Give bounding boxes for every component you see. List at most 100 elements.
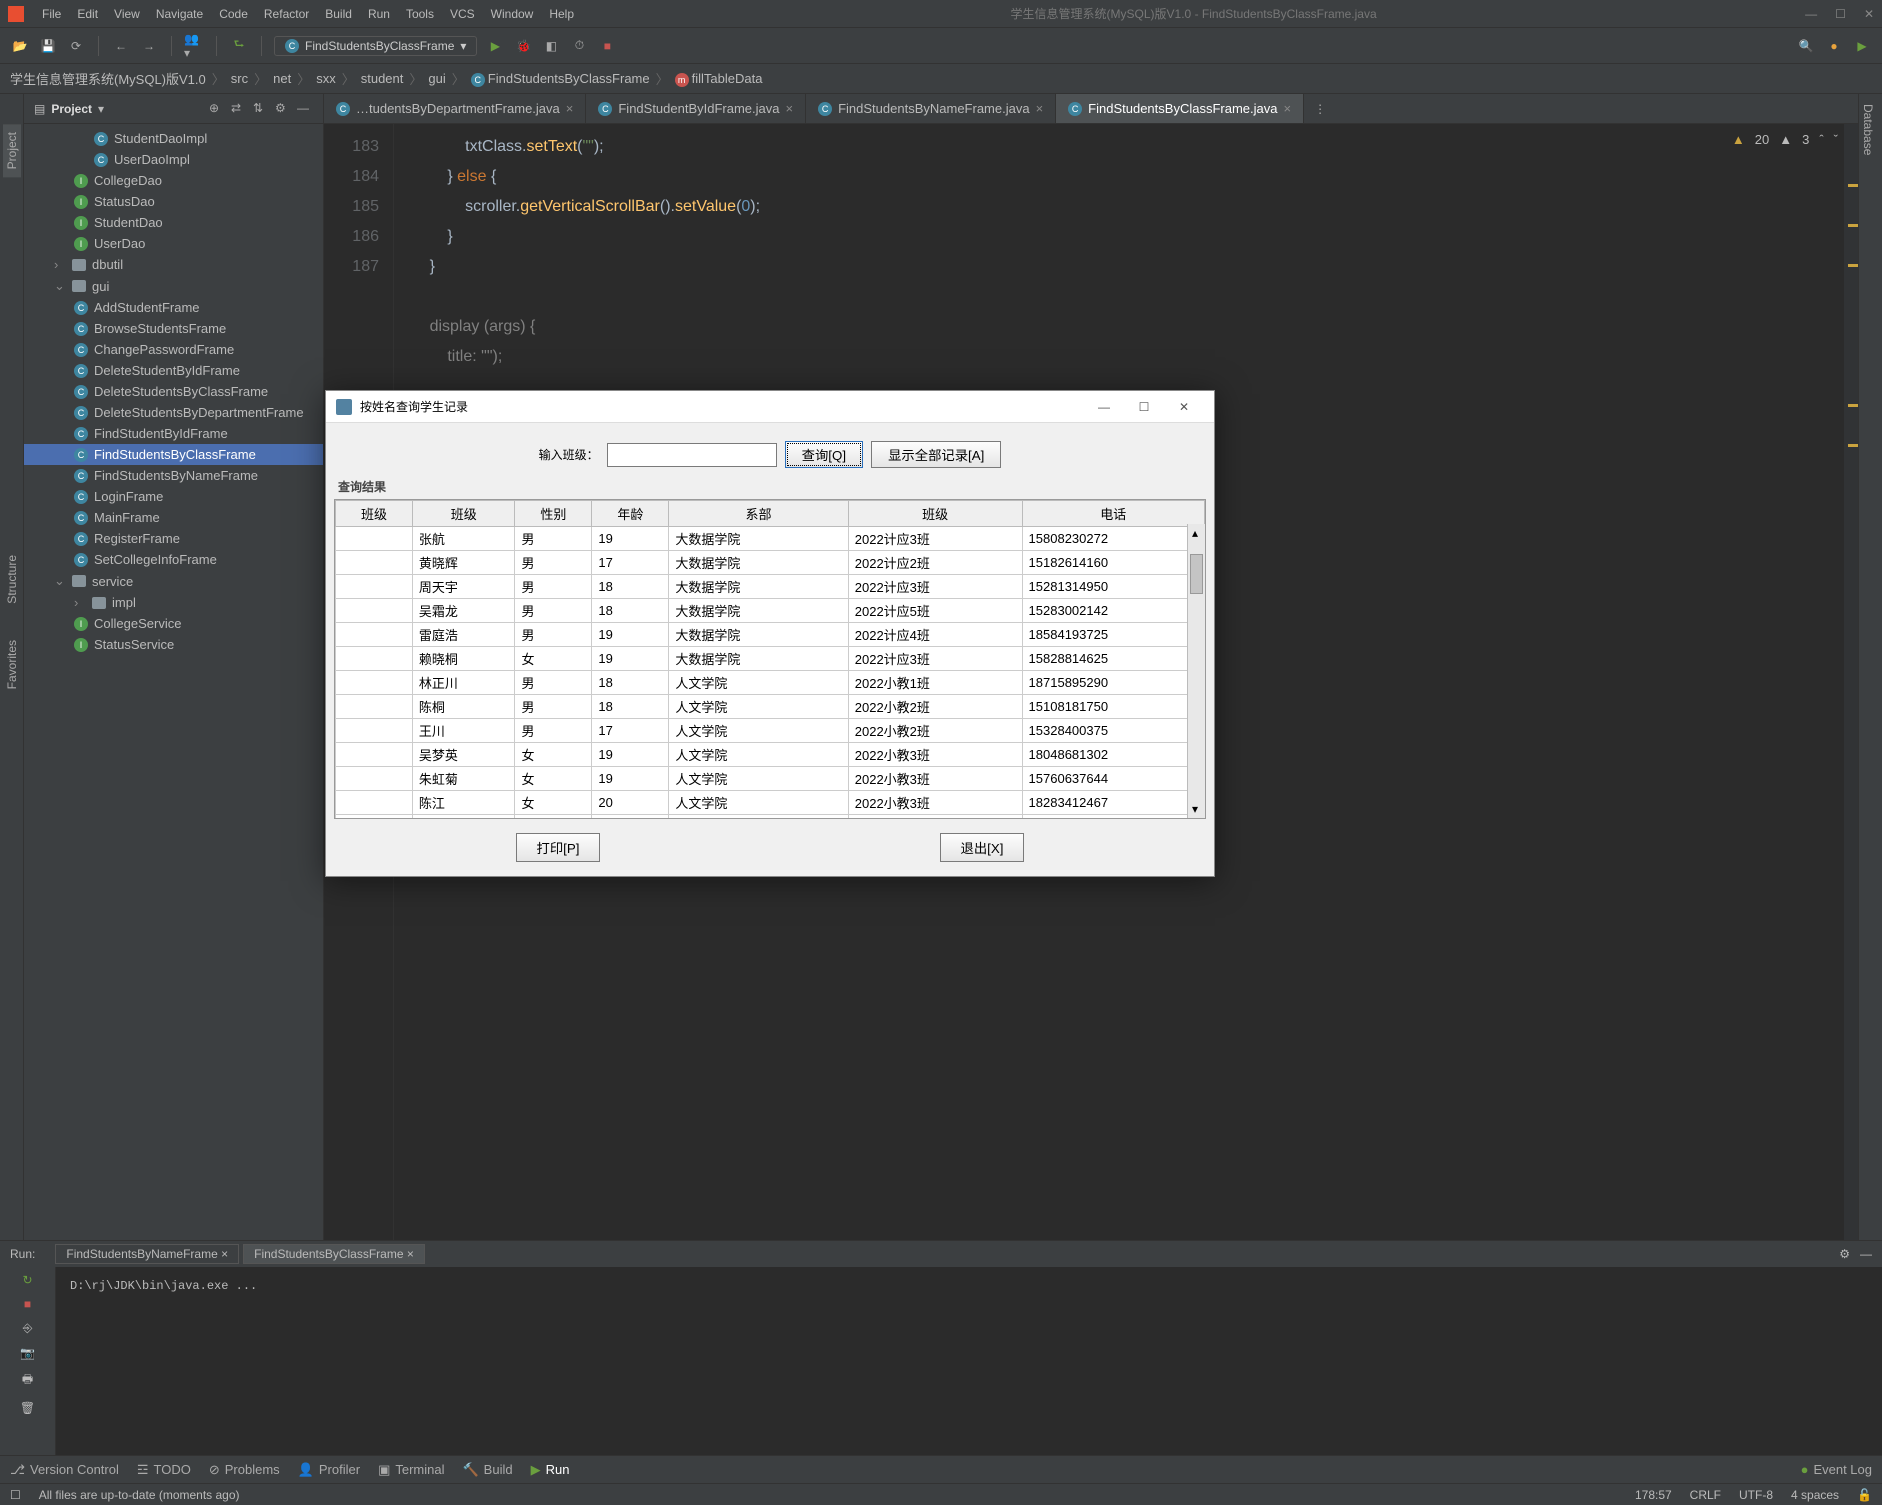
- menu-code[interactable]: Code: [211, 7, 256, 21]
- close-icon[interactable]: ×: [786, 101, 794, 116]
- file-encoding[interactable]: UTF-8: [1739, 1488, 1773, 1502]
- query-button[interactable]: 查询[Q]: [785, 441, 863, 468]
- menu-view[interactable]: View: [106, 7, 148, 21]
- stop-icon[interactable]: ■: [24, 1297, 31, 1311]
- table-row[interactable]: 赖晓桐女19大数据学院2022计应3班15828814625: [336, 647, 1205, 671]
- menu-file[interactable]: File: [34, 7, 69, 21]
- table-row[interactable]: 黄晓辉男17大数据学院2022计应2班15182614160: [336, 551, 1205, 575]
- line-separator[interactable]: CRLF: [1690, 1488, 1721, 1502]
- close-icon[interactable]: ✕: [1164, 400, 1204, 414]
- editor-tab-0[interactable]: C…tudentsByDepartmentFrame.java×: [324, 94, 586, 123]
- results-table[interactable]: 班级班级性别年龄系部班级电话 张航男19大数据学院2022计应3班1580823…: [335, 500, 1205, 819]
- table-row[interactable]: 周天宇男18大数据学院2022计应3班15281314950: [336, 575, 1205, 599]
- close-icon[interactable]: ×: [1283, 101, 1291, 116]
- editor-tab-2[interactable]: CFindStudentsByNameFrame.java×: [806, 94, 1056, 123]
- tree-node[interactable]: IStudentDao: [24, 212, 323, 233]
- scrollbar-thumb[interactable]: [1190, 554, 1203, 594]
- tree-node[interactable]: IStatusDao: [24, 191, 323, 212]
- tree-node[interactable]: CFindStudentsByNameFrame: [24, 465, 323, 486]
- project-tree[interactable]: CStudentDaoImplCUserDaoImplICollegeDaoIS…: [24, 124, 323, 1240]
- tab-event-log[interactable]: ●Event Log: [1801, 1462, 1872, 1477]
- class-input[interactable]: [607, 443, 777, 467]
- tree-node[interactable]: ⌄gui: [24, 275, 323, 297]
- menu-help[interactable]: Help: [541, 7, 582, 21]
- tree-node[interactable]: CDeleteStudentsByClassFrame: [24, 381, 323, 402]
- gear-icon[interactable]: ⚙: [1839, 1247, 1850, 1261]
- search-icon[interactable]: 🔍: [1796, 36, 1816, 56]
- menu-build[interactable]: Build: [317, 7, 360, 21]
- minimize-icon[interactable]: —: [1805, 7, 1817, 21]
- expand-icon[interactable]: ⇄: [231, 101, 247, 117]
- hide-icon[interactable]: —: [297, 101, 313, 117]
- run-console[interactable]: D:\rj\JDK\bin\java.exe ...: [56, 1241, 1882, 1455]
- table-row[interactable]: 林正川男18人文学院2022小教1班18715895290: [336, 671, 1205, 695]
- menu-edit[interactable]: Edit: [69, 7, 106, 21]
- close-icon[interactable]: ✕: [1864, 7, 1874, 21]
- lock-icon[interactable]: 🔓: [1857, 1488, 1872, 1502]
- tree-node[interactable]: CUserDaoImpl: [24, 149, 323, 170]
- menu-vcs[interactable]: VCS: [442, 7, 483, 21]
- favorites-toolwindow-tab[interactable]: Favorites: [3, 632, 21, 697]
- database-toolwindow-tab[interactable]: Database: [1859, 94, 1877, 165]
- crumb-1[interactable]: src: [231, 71, 248, 86]
- run-tab-1[interactable]: FindStudentsByClassFrame ×: [243, 1244, 425, 1264]
- tree-node[interactable]: CMainFrame: [24, 507, 323, 528]
- crumb-6[interactable]: CFindStudentsByClassFrame: [471, 71, 650, 87]
- hide-icon[interactable]: —: [1860, 1247, 1872, 1261]
- structure-toolwindow-tab[interactable]: Structure: [3, 547, 21, 612]
- indent[interactable]: 4 spaces: [1791, 1488, 1839, 1502]
- crumb-2[interactable]: net: [273, 71, 291, 86]
- play-icon[interactable]: ▶: [1852, 36, 1872, 56]
- notify-icon[interactable]: ●: [1824, 36, 1844, 56]
- run-icon[interactable]: ▶: [485, 36, 505, 56]
- chevron-up-icon[interactable]: ˆ: [1819, 132, 1823, 147]
- column-header[interactable]: 班级: [336, 501, 413, 527]
- tab-build[interactable]: 🔨Build: [462, 1462, 512, 1478]
- tree-node[interactable]: IStatusService: [24, 634, 323, 655]
- table-row[interactable]: 张航男19大数据学院2022计应3班15808230272: [336, 527, 1205, 551]
- tab-todo[interactable]: ☲TODO: [137, 1462, 191, 1478]
- reload-icon[interactable]: ⟳: [66, 36, 86, 56]
- chevron-down-icon[interactable]: ▾: [98, 102, 104, 116]
- menu-tools[interactable]: Tools: [398, 7, 442, 21]
- profile-icon[interactable]: ⏱: [569, 36, 589, 56]
- exit-icon[interactable]: ⎆: [23, 1321, 33, 1336]
- column-header[interactable]: 班级: [848, 501, 1022, 527]
- trash-icon[interactable]: 🗑: [20, 1401, 35, 1415]
- tree-node[interactable]: CBrowseStudentsFrame: [24, 318, 323, 339]
- table-row[interactable]: 陈桐男18人文学院2022小教2班15108181750: [336, 695, 1205, 719]
- tab-run[interactable]: ▶Run: [531, 1462, 570, 1478]
- crumb-0[interactable]: 学生信息管理系统(MySQL)版V1.0: [10, 69, 206, 88]
- caret-position[interactable]: 178:57: [1635, 1488, 1672, 1502]
- tree-node[interactable]: IUserDao: [24, 233, 323, 254]
- scroll-down-icon[interactable]: ▾: [1192, 802, 1198, 816]
- more-tabs-icon[interactable]: ⋮: [1304, 94, 1336, 123]
- print-icon[interactable]: 🖶: [22, 1370, 33, 1391]
- rerun-icon[interactable]: ↻: [22, 1273, 32, 1287]
- table-row[interactable]: 吴梦英女19人文学院2022小教3班18048681302: [336, 743, 1205, 767]
- scroll-up-icon[interactable]: ▴: [1192, 526, 1198, 540]
- avatar-icon[interactable]: 👥▾: [184, 36, 204, 56]
- table-row[interactable]: 雷庭浩男19大数据学院2022计应4班18584193725: [336, 623, 1205, 647]
- camera-icon[interactable]: 📷: [20, 1346, 35, 1360]
- menu-window[interactable]: Window: [483, 7, 542, 21]
- table-row[interactable]: 王川男17人文学院2022小教2班15328400375: [336, 719, 1205, 743]
- target-icon[interactable]: ⊕: [209, 101, 225, 117]
- tab-profiler[interactable]: 👤Profiler: [298, 1462, 360, 1478]
- save-icon[interactable]: 💾: [38, 36, 58, 56]
- run-tab-0[interactable]: FindStudentsByNameFrame ×: [55, 1244, 239, 1264]
- marker-bar[interactable]: [1844, 124, 1858, 1240]
- column-header[interactable]: 年龄: [592, 501, 669, 527]
- table-row[interactable]: 朱虹菊女19人文学院2022小教3班15760637644: [336, 767, 1205, 791]
- tree-node[interactable]: CFindStudentsByClassFrame: [24, 444, 323, 465]
- tree-node[interactable]: CLoginFrame: [24, 486, 323, 507]
- tree-node[interactable]: CChangePasswordFrame: [24, 339, 323, 360]
- close-icon[interactable]: ×: [407, 1247, 414, 1261]
- print-button[interactable]: 打印[P]: [516, 833, 601, 862]
- build-icon[interactable]: ⮑: [229, 36, 249, 56]
- run-config-combo[interactable]: C FindStudentsByClassFrame ▾: [274, 36, 477, 56]
- close-icon[interactable]: ×: [566, 101, 574, 116]
- editor-tab-3[interactable]: CFindStudentsByClassFrame.java×: [1056, 94, 1304, 123]
- show-all-button[interactable]: 显示全部记录[A]: [871, 441, 1001, 468]
- editor-tab-1[interactable]: CFindStudentByIdFrame.java×: [586, 94, 806, 123]
